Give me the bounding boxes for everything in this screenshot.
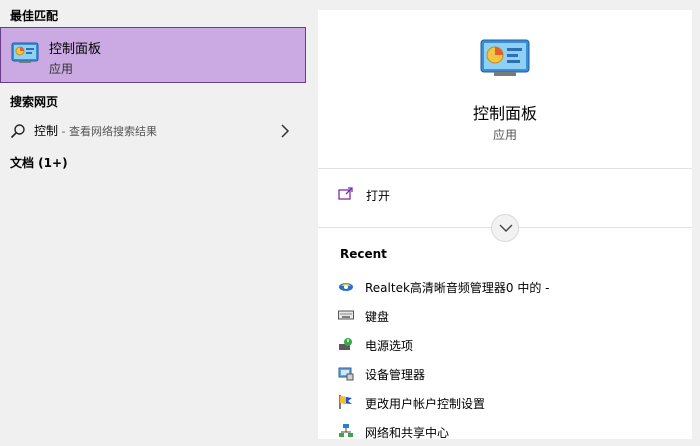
audio-manager-icon [338,278,354,294]
search-results-pane: 最佳匹配 控制面板 应用 搜索网页 控制 - 查看网络搜索结果 文档 (1+) [0,0,314,439]
best-match-title: 控制面板 [49,42,102,57]
recent-item[interactable]: Realtek高清晰音频管理器0 中的 - [338,272,688,301]
best-match-result[interactable]: 控制面板 应用 [0,27,306,83]
web-search-text: 控制 - 查看网络搜索结果 [34,122,157,139]
recent-item[interactable]: 网络和共享中心 [338,417,688,446]
web-search-query: 控制 [34,124,59,138]
recent-item[interactable]: 更改用户帐户控制设置 [338,388,688,417]
recent-item-label: Realtek高清晰音频管理器0 中的 - [365,281,550,295]
chevron-right-icon[interactable] [280,123,290,142]
chevron-down-icon [499,224,513,232]
control-panel-icon [11,42,39,68]
open-icon [338,186,354,205]
search-icon [10,123,26,143]
recent-item[interactable]: 电源选项 [338,330,688,359]
keyboard-icon [338,307,354,323]
recent-item-label: 电源选项 [365,339,414,353]
power-options-icon [338,336,354,352]
control-panel-large-icon [479,38,531,84]
open-label: 打开 [366,189,391,203]
recent-list: Realtek高清晰音频管理器0 中的 - 键盘 电源选项 设备管理器 更改用户… [338,272,688,446]
recent-header: Recent [340,247,387,261]
recent-item-label: 键盘 [365,310,390,324]
documents-header[interactable]: 文档 (1+) [10,154,68,171]
preview-title: 控制面板 [472,104,537,123]
preview-subtitle: 应用 [492,128,517,142]
recent-item-label: 网络和共享中心 [365,426,450,440]
web-search-header: 搜索网页 [10,95,59,109]
preview-pane: 控制面板 应用 打开 Recent Realtek高清晰音频管理器0 中的 - … [318,10,692,440]
recent-item[interactable]: 键盘 [338,301,688,330]
best-match-header: 最佳匹配 [10,9,59,23]
recent-item-label: 更改用户帐户控制设置 [365,397,486,411]
network-icon [338,423,354,439]
expand-button[interactable] [491,214,519,242]
web-search-hint: - 查看网络搜索结果 [58,125,157,138]
recent-item-label: 设备管理器 [365,368,426,382]
web-search-result[interactable]: 控制 - 查看网络搜索结果 [0,117,306,145]
best-match-subtitle: 应用 [49,62,74,76]
recent-item[interactable]: 设备管理器 [338,359,688,388]
divider [318,168,692,169]
device-manager-icon [338,365,354,381]
uac-flag-icon [338,394,354,410]
